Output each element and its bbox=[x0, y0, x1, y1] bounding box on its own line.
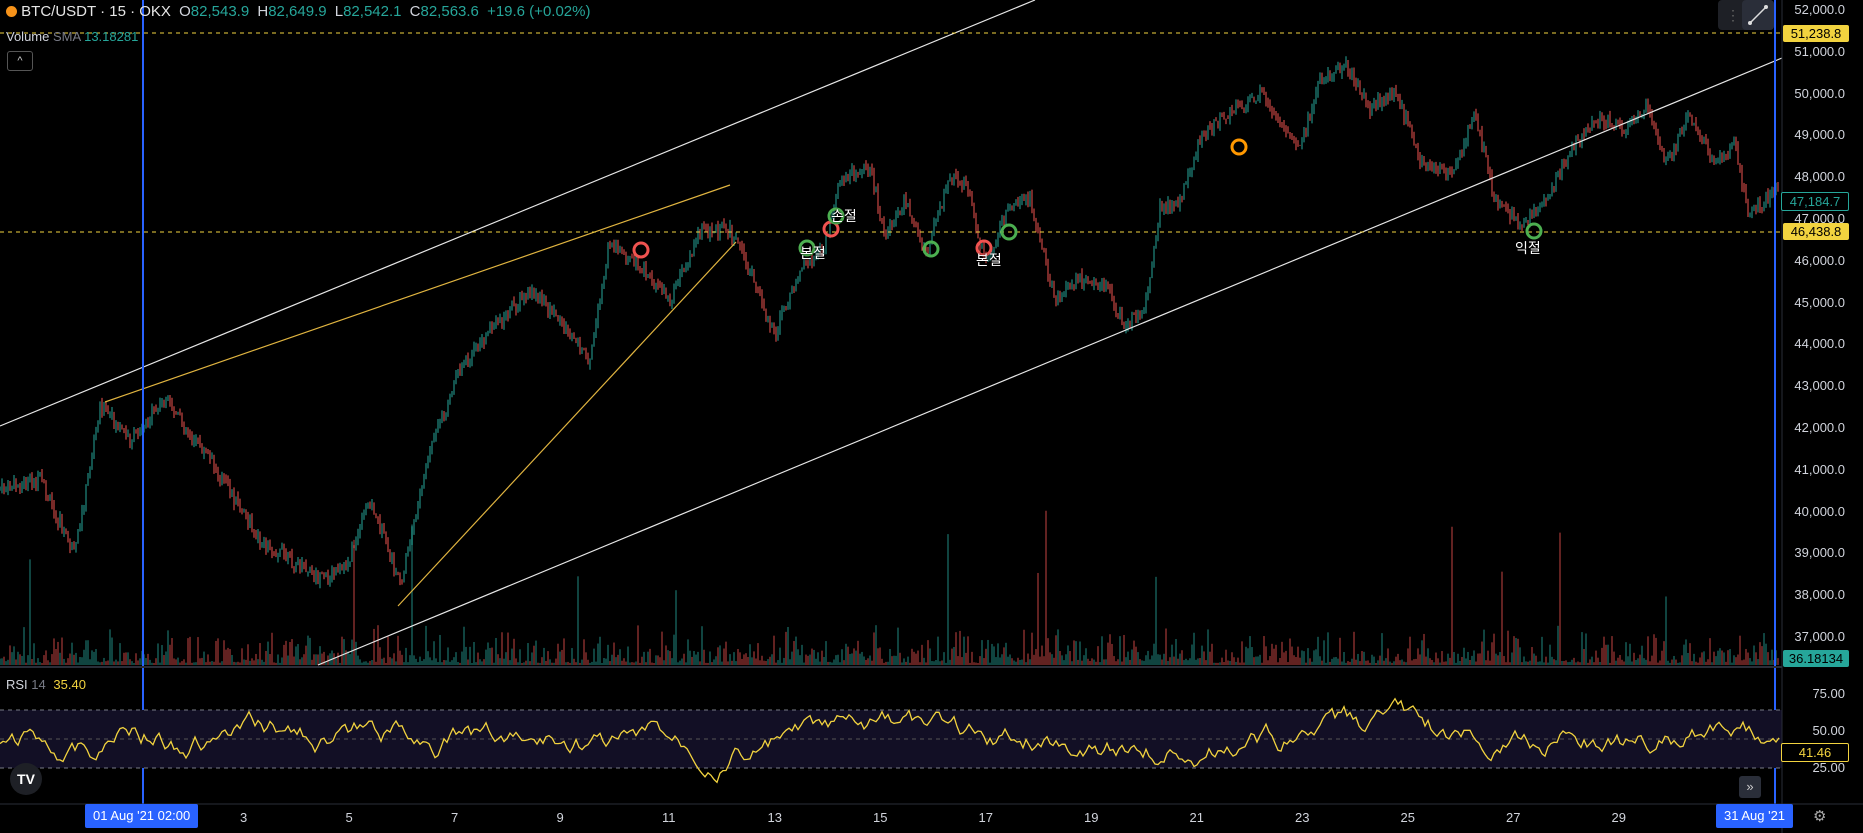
range-start-time-tag: 01 Aug '21 02:00 bbox=[85, 804, 199, 828]
collapse-legend-button[interactable]: ^ bbox=[7, 51, 33, 71]
volume-legend[interactable]: Volume SMA 13.18281 bbox=[6, 29, 138, 44]
volume-bars bbox=[0, 510, 1779, 665]
rsi-pane bbox=[0, 697, 1782, 784]
trade-markers bbox=[632, 138, 1543, 259]
volume-sma-label: SMA bbox=[53, 29, 81, 44]
time-axis-label: 21 bbox=[1189, 810, 1204, 825]
annotation-takeprofit[interactable]: 익절 bbox=[1515, 238, 1541, 258]
symbol-header: BTC/USDT · 15 · OKX O82,543.9 H82,649.9 … bbox=[6, 3, 590, 20]
time-axis-label: 13 bbox=[767, 810, 782, 825]
scroll-forward-button[interactable]: » bbox=[1739, 776, 1761, 798]
price-axis-label: 45,000.0 bbox=[1794, 294, 1845, 310]
trend-line-tool-icon bbox=[1748, 5, 1768, 25]
time-axis-label: 29 bbox=[1611, 810, 1626, 825]
price-axis-label: 46,000.0 bbox=[1794, 252, 1845, 268]
chart-canvas[interactable] bbox=[0, 0, 1863, 833]
upper-line-price-tag: 51,238.8 bbox=[1783, 25, 1849, 42]
time-axis-label: 23 bbox=[1295, 810, 1310, 825]
scroll-forward-icon: » bbox=[1746, 779, 1754, 794]
time-axis-label: 7 bbox=[451, 810, 459, 825]
price-axis-label: 39,000.0 bbox=[1794, 545, 1845, 561]
price-axis-label: 49,000.0 bbox=[1794, 127, 1845, 143]
high-value: 82,649.9 bbox=[268, 3, 327, 20]
rsi-value-tag: 41.46 bbox=[1781, 743, 1849, 762]
range-end-time-tag: 31 Aug '21 bbox=[1716, 804, 1794, 828]
current-price-tag: 47,184.7 bbox=[1781, 192, 1849, 211]
open-value: 82,543.9 bbox=[190, 3, 250, 20]
trade-marker-green bbox=[1525, 222, 1543, 240]
price-axis-label: 37,000.0 bbox=[1794, 629, 1845, 644]
low-label: L bbox=[334, 3, 344, 20]
time-axis-label: 5 bbox=[345, 810, 353, 825]
close-value: 82,563.6 bbox=[420, 3, 479, 20]
low-value: 82,542.1 bbox=[343, 3, 402, 20]
time-axis-label: 25 bbox=[1400, 810, 1415, 825]
rsi-legend[interactable]: RSI 14 35.40 bbox=[6, 677, 86, 692]
price-axis-label: 38,000.0 bbox=[1794, 587, 1845, 603]
open-label: O bbox=[179, 3, 191, 20]
annotation-stoploss[interactable]: 손절 bbox=[831, 206, 857, 226]
price-axis-label: 44,000.0 bbox=[1794, 336, 1845, 352]
price-axis-label: 51,000.0 bbox=[1794, 43, 1845, 59]
channel-lower-line bbox=[317, 57, 1783, 666]
price-axis-label: 41,000.0 bbox=[1794, 461, 1845, 477]
lower-line-price-tag: 46,438.8 bbox=[1783, 223, 1849, 240]
rsi-axis-label: 75.00 bbox=[1812, 686, 1845, 701]
time-axis-label: 9 bbox=[556, 810, 564, 825]
time-axis-label: 11 bbox=[662, 810, 676, 825]
time-axis-label: 15 bbox=[873, 810, 888, 825]
time-axis-label: 17 bbox=[978, 810, 993, 825]
symbol-title[interactable]: BTC/USDT · 15 · OKX bbox=[21, 3, 171, 20]
price-change: +19.6 (+0.02%) bbox=[487, 3, 591, 20]
price-axis-label: 52,000.0 bbox=[1794, 2, 1845, 17]
fib-upper-line bbox=[104, 184, 731, 403]
rsi-label: RSI bbox=[6, 677, 28, 692]
high-label: H bbox=[257, 3, 269, 20]
price-axis-label: 50,000.0 bbox=[1794, 85, 1845, 101]
rsi-axis-label: 25.00 bbox=[1812, 760, 1845, 775]
drawing-layer bbox=[0, 0, 1783, 804]
fib-lower-line bbox=[397, 241, 737, 607]
volume-value-tag: 36.18134 bbox=[1783, 650, 1849, 667]
price-axis-label: 42,000.0 bbox=[1794, 420, 1845, 435]
close-label: C bbox=[409, 3, 421, 20]
time-axis-label: 27 bbox=[1506, 810, 1521, 825]
volume-sma-value: 13.18281 bbox=[84, 29, 139, 44]
rsi-period: 14 bbox=[31, 677, 46, 692]
trade-marker-orange bbox=[1230, 138, 1248, 156]
price-axis-label: 43,000.0 bbox=[1794, 378, 1845, 394]
tradingview-logo-icon[interactable]: TV bbox=[10, 763, 42, 795]
time-axis-label: 19 bbox=[1084, 810, 1099, 825]
gear-icon[interactable]: ⚙ bbox=[1813, 807, 1826, 825]
trade-marker-red bbox=[632, 241, 650, 259]
rsi-value: 35.40 bbox=[53, 677, 86, 692]
time-axis-label: 3 bbox=[240, 810, 248, 825]
annotation-breakeven-1[interactable]: 본절 bbox=[800, 243, 826, 263]
annotation-breakeven-2[interactable]: 본절 bbox=[976, 250, 1002, 270]
exchange-logo-icon bbox=[6, 6, 17, 17]
rsi-axis-label: 50.00 bbox=[1812, 723, 1845, 738]
chevron-up-icon: ^ bbox=[17, 55, 23, 67]
volume-label: Volume bbox=[6, 29, 50, 44]
price-candles bbox=[0, 56, 1779, 589]
price-axis-label: 48,000.0 bbox=[1794, 169, 1845, 185]
price-axis-label: 40,000.0 bbox=[1794, 503, 1845, 519]
trend-line-tool-button[interactable] bbox=[1742, 0, 1774, 30]
ohlc-values: O82,543.9 H82,649.9 L82,542.1 C82,563.6 … bbox=[175, 3, 590, 20]
